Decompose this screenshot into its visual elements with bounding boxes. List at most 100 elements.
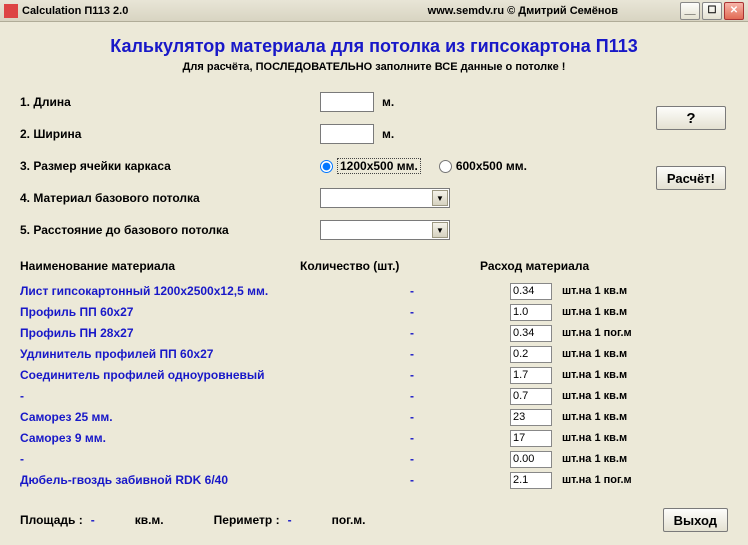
- chevron-down-icon: ▼: [432, 190, 448, 206]
- row-width: 2. Ширина м.: [20, 123, 728, 145]
- material-qty: -: [370, 347, 510, 361]
- row-cell-size: 3. Размер ячейки каркаса 1200x500 мм. 60…: [20, 155, 728, 177]
- material-name: Соединитель профилей одноуровневый: [20, 368, 370, 382]
- material-qty: -: [370, 326, 510, 340]
- material-name: -: [20, 452, 370, 466]
- perimeter-label: Периметр :: [214, 513, 280, 527]
- material-qty: -: [370, 452, 510, 466]
- row-length: 1. Длина м.: [20, 91, 728, 113]
- unit-width: м.: [382, 127, 394, 141]
- material-qty: -: [370, 389, 510, 403]
- material-rate-input[interactable]: [510, 472, 552, 489]
- area-label: Площадь :: [20, 513, 83, 527]
- window-title: Calculation П113 2.0: [22, 5, 128, 17]
- material-unit: шт.на 1 кв.м: [562, 348, 627, 360]
- material-rate-input[interactable]: [510, 283, 552, 300]
- page-subtitle: Для расчёта, ПОСЛЕДОВАТЕЛЬНО заполните В…: [20, 61, 728, 73]
- row-base-material: 4. Материал базового потолка ▼: [20, 187, 728, 209]
- input-length[interactable]: [320, 92, 374, 112]
- material-qty: -: [370, 410, 510, 424]
- material-rate-input[interactable]: [510, 346, 552, 363]
- material-name: Саморез 9 мм.: [20, 431, 370, 445]
- calculate-button[interactable]: Расчёт!: [656, 166, 726, 190]
- chevron-down-icon: ▼: [432, 222, 448, 238]
- radio-cell-600-input[interactable]: [439, 160, 452, 173]
- material-unit: шт.на 1 кв.м: [562, 369, 627, 381]
- col-header-name: Наименование материала: [20, 259, 300, 273]
- material-name: Саморез 25 мм.: [20, 410, 370, 424]
- material-name: Дюбель-гвоздь забивной RDK 6/40: [20, 473, 370, 487]
- material-qty: -: [370, 431, 510, 445]
- material-unit: шт.на 1 пог.м: [562, 327, 632, 339]
- help-button[interactable]: ?: [656, 106, 726, 130]
- table-row: Профиль ПП 60x27- шт.на 1 кв.м: [20, 302, 728, 322]
- content-area: Калькулятор материала для потолка из гип…: [0, 22, 748, 542]
- material-rate-input[interactable]: [510, 304, 552, 321]
- select-base-material[interactable]: ▼: [320, 188, 450, 208]
- table-row: Соединитель профилей одноуровневый- шт.на…: [20, 365, 728, 385]
- material-name: Удлинитель профилей ПП 60x27: [20, 347, 370, 361]
- material-unit: шт.на 1 кв.м: [562, 411, 627, 423]
- radio-cell-1200-input[interactable]: [320, 160, 333, 173]
- label-width: 2. Ширина: [20, 127, 320, 141]
- material-unit: шт.на 1 кв.м: [562, 390, 627, 402]
- material-unit: шт.на 1 пог.м: [562, 474, 632, 486]
- window-credit: www.semdv.ru © Дмитрий Семёнов: [428, 5, 618, 17]
- side-buttons: ? Расчёт!: [656, 106, 726, 190]
- area-value: -: [91, 513, 95, 527]
- material-rate-input[interactable]: [510, 388, 552, 405]
- table-row: Профиль ПН 28x27- шт.на 1 пог.м: [20, 323, 728, 343]
- material-qty: -: [370, 368, 510, 382]
- label-length: 1. Длина: [20, 95, 320, 109]
- radio-cell-1200[interactable]: 1200x500 мм.: [320, 158, 421, 174]
- perimeter-unit: пог.м.: [332, 513, 366, 527]
- materials-table-header: Наименование материала Количество (шт.) …: [20, 259, 728, 273]
- close-button[interactable]: ✕: [724, 2, 744, 20]
- input-width[interactable]: [320, 124, 374, 144]
- label-distance: 5. Расстояние до базового потолка: [20, 223, 320, 237]
- material-rate-input[interactable]: [510, 325, 552, 342]
- material-qty: -: [370, 284, 510, 298]
- table-row: Саморез 25 мм.- шт.на 1 кв.м: [20, 407, 728, 427]
- material-qty: -: [370, 473, 510, 487]
- perimeter-value: -: [288, 513, 292, 527]
- material-rate-input[interactable]: [510, 430, 552, 447]
- table-row: Дюбель-гвоздь забивной RDK 6/40- шт.на 1 …: [20, 470, 728, 490]
- label-cell-size: 3. Размер ячейки каркаса: [20, 159, 320, 173]
- table-row: Лист гипсокартонный 1200x2500x12,5 мм.- ш…: [20, 281, 728, 301]
- row-distance: 5. Расстояние до базового потолка ▼: [20, 219, 728, 241]
- table-row: Саморез 9 мм.- шт.на 1 кв.м: [20, 428, 728, 448]
- label-base-material: 4. Материал базового потолка: [20, 191, 320, 205]
- table-row: Удлинитель профилей ПП 60x27- шт.на 1 кв.…: [20, 344, 728, 364]
- page-title: Калькулятор материала для потолка из гип…: [20, 36, 728, 57]
- material-unit: шт.на 1 кв.м: [562, 285, 627, 297]
- app-icon: [4, 4, 18, 18]
- material-unit: шт.на 1 кв.м: [562, 453, 627, 465]
- exit-button[interactable]: Выход: [663, 508, 728, 532]
- material-unit: шт.на 1 кв.м: [562, 306, 627, 318]
- unit-length: м.: [382, 95, 394, 109]
- col-header-consumption: Расход материала: [480, 259, 728, 273]
- material-name: Профиль ПН 28x27: [20, 326, 370, 340]
- material-name: Лист гипсокартонный 1200x2500x12,5 мм.: [20, 284, 370, 298]
- material-qty: -: [370, 305, 510, 319]
- materials-table-body: Лист гипсокартонный 1200x2500x12,5 мм.-ш…: [20, 281, 728, 490]
- area-unit: кв.м.: [135, 513, 164, 527]
- radio-cell-600[interactable]: 600x500 мм.: [439, 159, 527, 173]
- material-name: Профиль ПП 60x27: [20, 305, 370, 319]
- select-distance[interactable]: ▼: [320, 220, 450, 240]
- maximize-button[interactable]: ☐: [702, 2, 722, 20]
- radio-cell-600-label: 600x500 мм.: [456, 159, 527, 173]
- minimize-button[interactable]: __: [680, 2, 700, 20]
- col-header-qty: Количество (шт.): [300, 259, 480, 273]
- titlebar: Calculation П113 2.0 www.semdv.ru © Дмит…: [0, 0, 748, 22]
- material-unit: шт.на 1 кв.м: [562, 432, 627, 444]
- table-row: -- шт.на 1 кв.м: [20, 386, 728, 406]
- footer-bar: Площадь : - кв.м. Периметр : - пог.м. Вы…: [20, 508, 728, 532]
- radio-cell-1200-label: 1200x500 мм.: [337, 158, 421, 174]
- material-rate-input[interactable]: [510, 409, 552, 426]
- table-row: -- шт.на 1 кв.м: [20, 449, 728, 469]
- material-rate-input[interactable]: [510, 367, 552, 384]
- material-rate-input[interactable]: [510, 451, 552, 468]
- material-name: -: [20, 389, 370, 403]
